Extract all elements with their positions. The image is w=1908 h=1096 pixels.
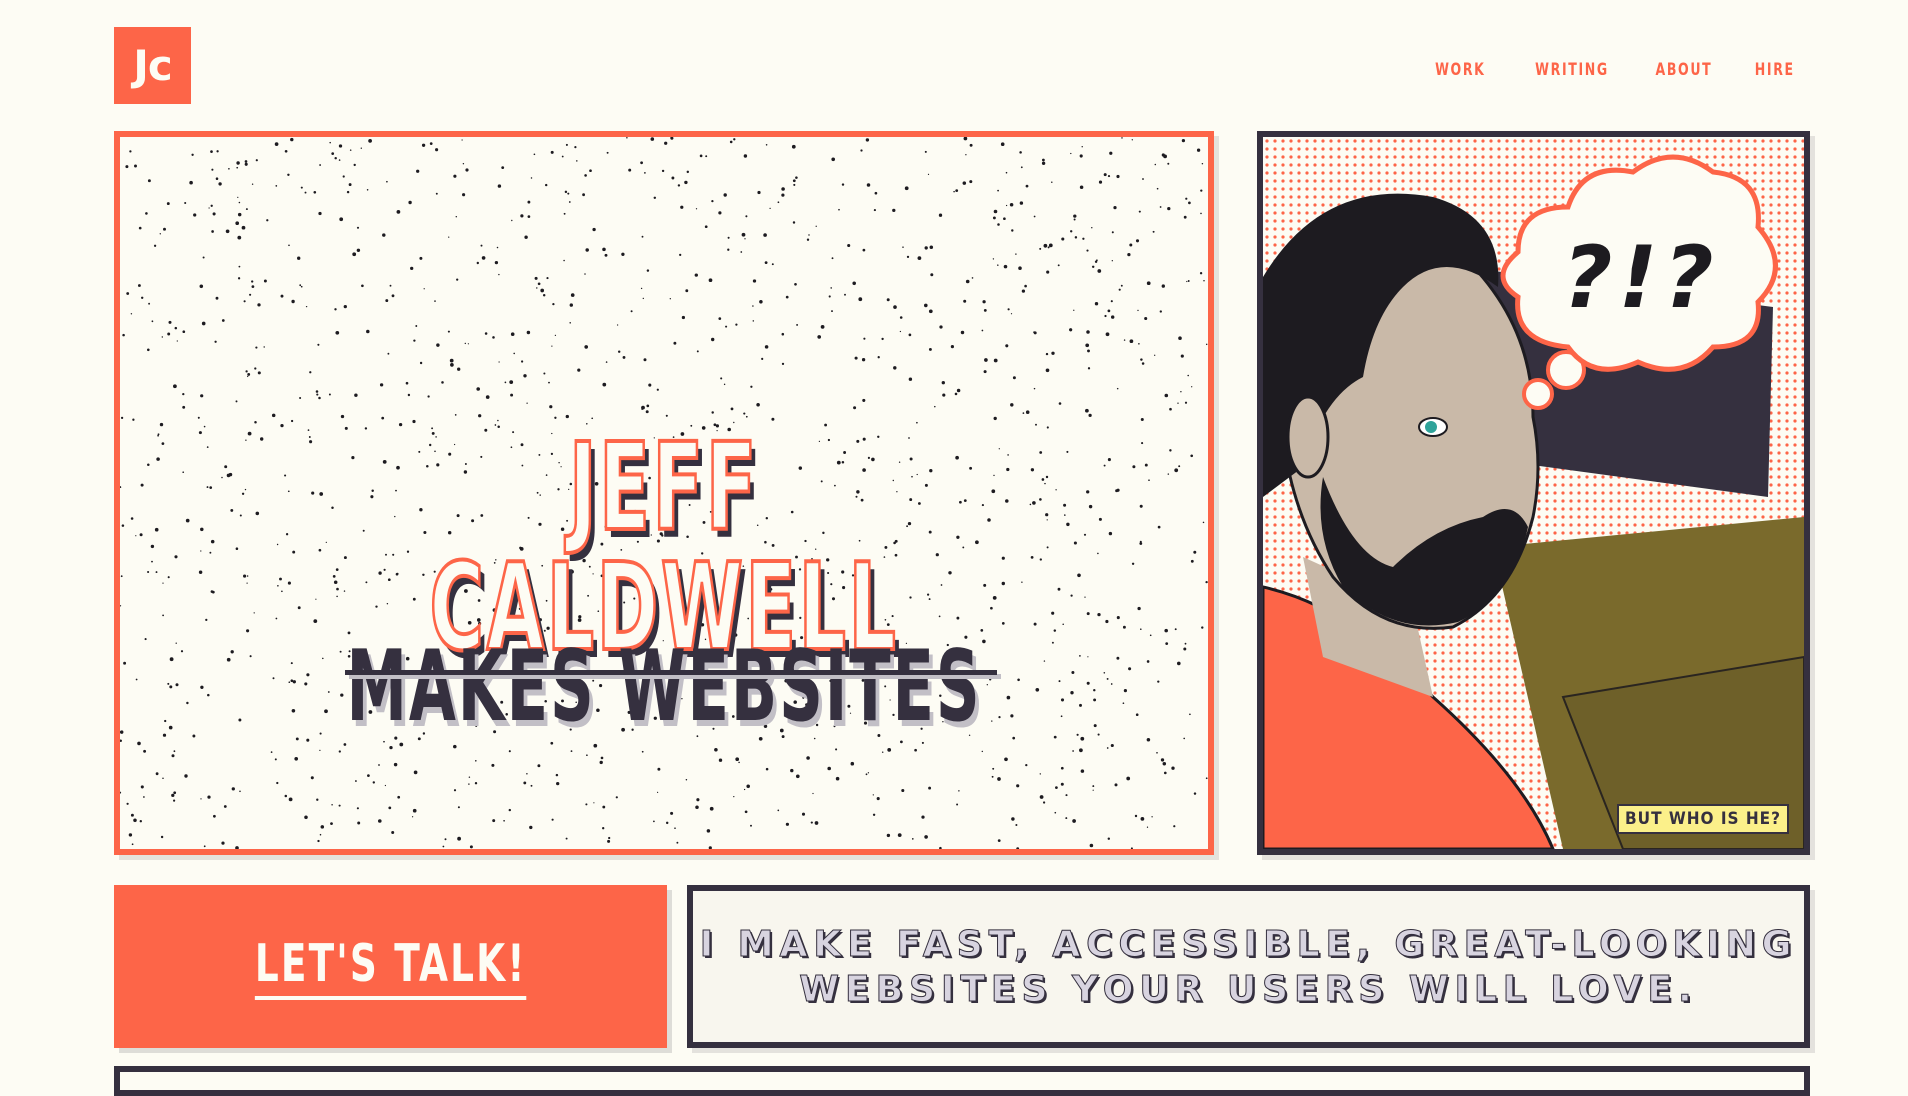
hero-tagline: MAKES WEBSITES [346,630,982,745]
cta-panel: LET'S TALK! [114,885,667,1048]
who-is-he-badge[interactable]: BUT WHO IS HE? [1617,804,1789,834]
nav-link-writing[interactable]: WRITING [1535,60,1609,80]
iris-shape [1425,421,1437,433]
site-logo[interactable]: Jc [114,27,191,104]
pitch-text: I make fast, accessible, great-looking w… [699,923,1798,1010]
thought-text: ?!? [1563,228,1720,328]
thought-dot-small [1522,378,1554,410]
ear-shape [1286,395,1330,479]
next-section-panel [114,1066,1810,1096]
main-nav: WORK WRITING ABOUT HIRE [1424,60,1795,80]
hero-panel: JEFF CALDWELL MAKES WEBSITES [114,131,1214,855]
pitch-panel: I make fast, accessible, great-looking w… [687,885,1810,1048]
lets-talk-button[interactable]: LET'S TALK! [254,934,527,1000]
nav-link-about[interactable]: ABOUT [1655,60,1712,80]
nav-link-work[interactable]: WORK [1435,60,1485,80]
portrait-illustration: ?!? [1263,137,1804,849]
nav-link-hire[interactable]: HIRE [1755,60,1795,80]
tagline-underline [345,670,997,675]
portrait-panel: ?!? BUT WHO IS HE? [1257,131,1810,855]
